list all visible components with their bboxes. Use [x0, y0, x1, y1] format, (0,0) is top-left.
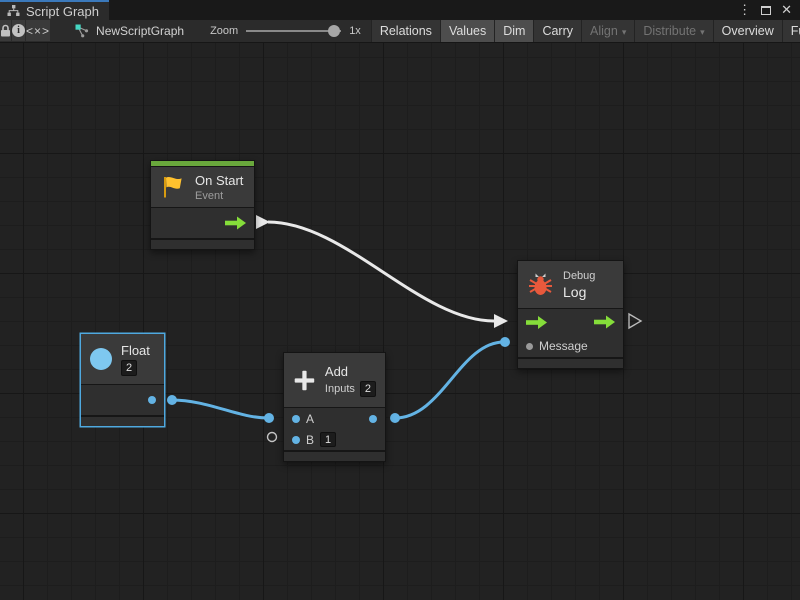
- node-footer: [81, 417, 164, 426]
- node-subtitle: Event: [195, 190, 243, 202]
- port-b-label: B: [306, 433, 314, 447]
- on-start-header: On Start Event: [151, 167, 254, 207]
- chevron-down-icon: ▾: [700, 27, 705, 38]
- bug-icon: [527, 272, 554, 297]
- graph-toolbar: i <×> NewScriptGraph Zoom 1x Relatio: [0, 20, 800, 43]
- node-footer: [518, 359, 623, 368]
- graph-name-group[interactable]: NewScriptGraph: [75, 20, 184, 42]
- add-header: Add Inputs 2: [284, 353, 385, 407]
- node-add[interactable]: Add Inputs 2 A B 1: [283, 352, 386, 462]
- wire-add-to-message[interactable]: [395, 342, 504, 418]
- node-on-start[interactable]: On Start Event: [150, 160, 255, 250]
- inputs-count-field[interactable]: 2: [360, 381, 376, 397]
- dim-button[interactable]: Dim: [494, 20, 533, 42]
- zoom-slider[interactable]: [246, 25, 341, 37]
- inputs-label: Inputs: [325, 383, 355, 395]
- log-output-unconnected-arrow[interactable]: [629, 314, 641, 328]
- on-start-ports: [151, 208, 254, 238]
- script-graph-window: Script Graph ⋮ ✕ i <×>: [0, 0, 800, 600]
- zoom-slider-track[interactable]: [246, 30, 341, 32]
- float-ports: [81, 385, 164, 415]
- wires-layer: [0, 43, 800, 600]
- info-icon: i: [12, 24, 25, 37]
- lock-button[interactable]: [0, 20, 11, 41]
- kebab-menu-icon[interactable]: ⋮: [738, 0, 751, 20]
- maximize-icon[interactable]: [761, 6, 771, 15]
- code-button[interactable]: <×>: [26, 20, 50, 41]
- graph-canvas[interactable]: On Start Event: [0, 43, 800, 600]
- debug-log-ports: Message: [518, 309, 623, 357]
- window-controls: ⋮ ✕: [738, 0, 800, 20]
- code-icon: <×>: [26, 24, 50, 38]
- lock-icon: [0, 24, 11, 37]
- graph-hierarchy-icon: [7, 5, 20, 17]
- overview-button[interactable]: Overview: [713, 20, 782, 42]
- add-ports: A B 1: [284, 408, 385, 450]
- info-button[interactable]: i: [12, 20, 25, 41]
- node-title: Log: [563, 284, 595, 300]
- graph-name-label: NewScriptGraph: [96, 24, 184, 38]
- chevron-down-icon: ▾: [622, 27, 627, 38]
- message-port-row: Message: [518, 335, 623, 357]
- wire-float-to-add[interactable]: [172, 400, 268, 418]
- flow-output-port[interactable]: [225, 217, 246, 230]
- zoom-control: Zoom 1x: [210, 20, 361, 42]
- values-button[interactable]: Values: [440, 20, 494, 42]
- add-sum-output-port[interactable]: [369, 415, 377, 423]
- zoom-slider-handle[interactable]: [328, 25, 340, 37]
- debug-log-header: Debug Log: [518, 261, 623, 308]
- close-icon[interactable]: ✕: [781, 0, 792, 20]
- b-value-field[interactable]: 1: [320, 432, 336, 447]
- event-accent-bar: [151, 161, 254, 166]
- wire-onstart-to-log[interactable]: [268, 222, 494, 321]
- tab-script-graph[interactable]: Script Graph: [0, 0, 109, 20]
- plus-icon: [293, 367, 316, 394]
- add-a-input-port[interactable]: [292, 415, 300, 423]
- node-float[interactable]: Float 2: [80, 333, 165, 427]
- toolbar-toggle-buttons: Relations Values Dim Carry Align ▾ Distr…: [371, 20, 800, 42]
- graph-node-icon: [75, 24, 89, 38]
- message-input-port[interactable]: [526, 343, 533, 350]
- onstart-output-arrow: [256, 215, 270, 229]
- tab-bar: Script Graph ⋮ ✕: [0, 0, 800, 20]
- node-subtitle: Debug: [563, 270, 595, 282]
- port-row-a: A: [284, 408, 385, 429]
- node-footer: [151, 240, 254, 249]
- relations-button[interactable]: Relations: [371, 20, 440, 42]
- flag-icon: [160, 174, 186, 200]
- add-b-unconnected-port[interactable]: [268, 433, 277, 442]
- align-dropdown: Align ▾: [581, 20, 634, 42]
- node-debug-log[interactable]: Debug Log Message: [517, 260, 624, 369]
- flow-output-port[interactable]: [594, 316, 615, 329]
- node-footer: [284, 452, 385, 461]
- float-type-icon: [90, 348, 112, 370]
- carry-button[interactable]: Carry: [533, 20, 581, 42]
- node-title: On Start: [195, 173, 243, 188]
- float-output-port[interactable]: [148, 396, 156, 404]
- port-a-label: A: [306, 412, 314, 426]
- node-title: Add: [325, 364, 376, 379]
- log-input-arrowhead: [494, 314, 508, 328]
- fullscreen-button[interactable]: Full Screen: [782, 20, 800, 42]
- flow-input-port[interactable]: [526, 316, 547, 329]
- zoom-label: Zoom: [210, 25, 238, 37]
- zoom-value: 1x: [349, 25, 361, 37]
- float-value-field[interactable]: 2: [121, 360, 137, 376]
- add-b-input-port[interactable]: [292, 436, 300, 444]
- message-port-label: Message: [539, 339, 588, 353]
- distribute-dropdown: Distribute ▾: [634, 20, 712, 42]
- node-title: Float: [121, 343, 150, 358]
- float-header: Float 2: [81, 334, 164, 384]
- tab-title: Script Graph: [26, 4, 99, 19]
- port-row-b: B 1: [284, 429, 385, 450]
- flow-port-row: [518, 309, 623, 335]
